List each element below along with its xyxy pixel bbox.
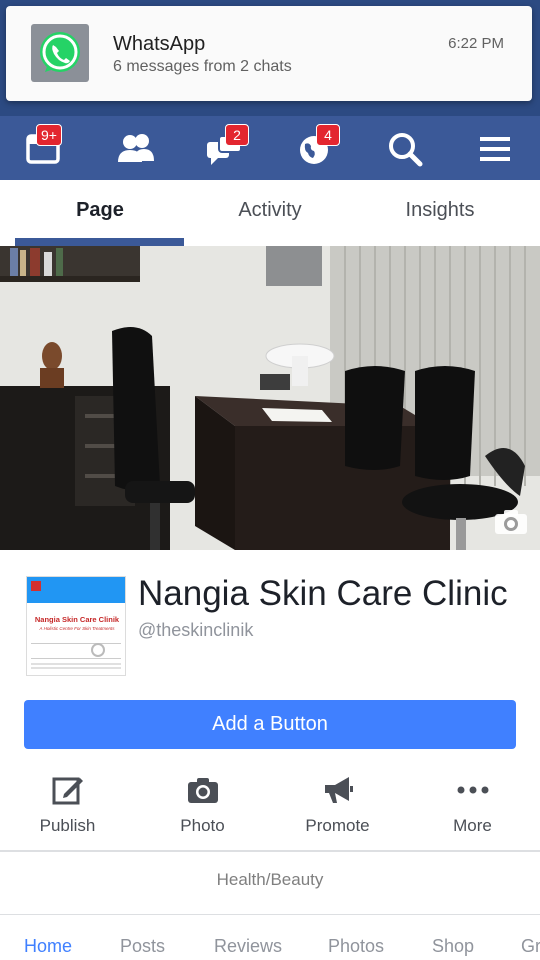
change-cover-camera-icon[interactable]: [494, 509, 528, 540]
menu-button[interactable]: [476, 128, 516, 168]
active-tab-indicator: [15, 238, 184, 246]
section-tab-reviews[interactable]: Reviews: [214, 936, 282, 957]
publish-label: Publish: [39, 816, 96, 835]
promote-label: Promote: [305, 816, 370, 835]
megaphone-icon: [324, 777, 353, 803]
section-tab-groups[interactable]: Gr: [521, 936, 540, 957]
page-profile-picture[interactable]: Nangia Skin Care Clinik A Holistic Centr…: [26, 576, 126, 676]
feed-badge: 9+: [36, 124, 62, 146]
photo-action[interactable]: Photo: [135, 770, 270, 836]
page-username[interactable]: @theskinclinik: [138, 620, 253, 641]
feed-button[interactable]: 9+: [26, 124, 66, 168]
camera-icon: [187, 778, 218, 803]
page-sections-nav: Home Posts Reviews Photos Shop Gr: [0, 936, 540, 960]
page-category[interactable]: Health/Beauty: [0, 870, 540, 890]
page-title: Nangia Skin Care Clinic: [138, 574, 508, 613]
promote-action[interactable]: Promote: [270, 770, 405, 836]
section-tab-posts[interactable]: Posts: [120, 936, 165, 957]
more-action[interactable]: More: [405, 770, 540, 836]
cover-photo[interactable]: [0, 246, 540, 550]
section-tab-shop[interactable]: Shop: [432, 936, 474, 957]
notifications-badge: 4: [316, 124, 340, 146]
add-a-button[interactable]: Add a Button: [24, 700, 516, 749]
tab-page[interactable]: Page: [15, 180, 185, 246]
messages-button[interactable]: 2: [205, 124, 249, 168]
page-tabs: Page Activity Insights: [0, 180, 540, 246]
profile-banner: [27, 577, 125, 603]
more-label: More: [453, 816, 492, 835]
edit-icon: [52, 777, 83, 805]
section-divider: [0, 850, 540, 852]
section-tab-home[interactable]: Home: [24, 936, 72, 957]
section-tab-photos[interactable]: Photos: [328, 936, 384, 957]
notifications-button[interactable]: 4: [296, 124, 340, 168]
friends-button[interactable]: [116, 128, 156, 168]
publish-action[interactable]: Publish: [0, 770, 135, 836]
cover-photo-image: [0, 246, 540, 550]
profile-picture-tagline: A Holistic Centre For Skin Treatments: [39, 626, 115, 631]
notification-title: WhatsApp: [113, 33, 206, 55]
search-button[interactable]: [386, 128, 426, 168]
tab-activity[interactable]: Activity: [185, 180, 355, 246]
page-actions-row: Publish Photo Promote More: [0, 770, 540, 850]
notification-time: 6:22 PM: [448, 35, 504, 52]
whatsapp-notification[interactable]: WhatsApp 6 messages from 2 chats 6:22 PM: [6, 6, 532, 101]
profile-picture-line: [31, 663, 121, 665]
messages-badge: 2: [225, 124, 249, 146]
profile-picture-line: [31, 667, 121, 669]
more-dots-icon: [457, 786, 488, 794]
friends-icon: [118, 134, 154, 162]
tab-insights[interactable]: Insights: [355, 180, 525, 246]
profile-picture-circle: [91, 643, 105, 657]
section-divider: [0, 914, 540, 915]
search-icon: [389, 133, 423, 167]
menu-icon: [480, 137, 510, 161]
profile-picture-slider: [31, 643, 121, 659]
notification-message: 6 messages from 2 chats: [113, 58, 292, 75]
whatsapp-icon: [31, 24, 89, 82]
profile-picture-text: Nangia Skin Care Clinik: [34, 615, 120, 624]
photo-label: Photo: [180, 816, 225, 835]
top-navigation-bar: 9+ 2 4: [0, 116, 540, 180]
profile-logo-mark: [31, 581, 41, 591]
